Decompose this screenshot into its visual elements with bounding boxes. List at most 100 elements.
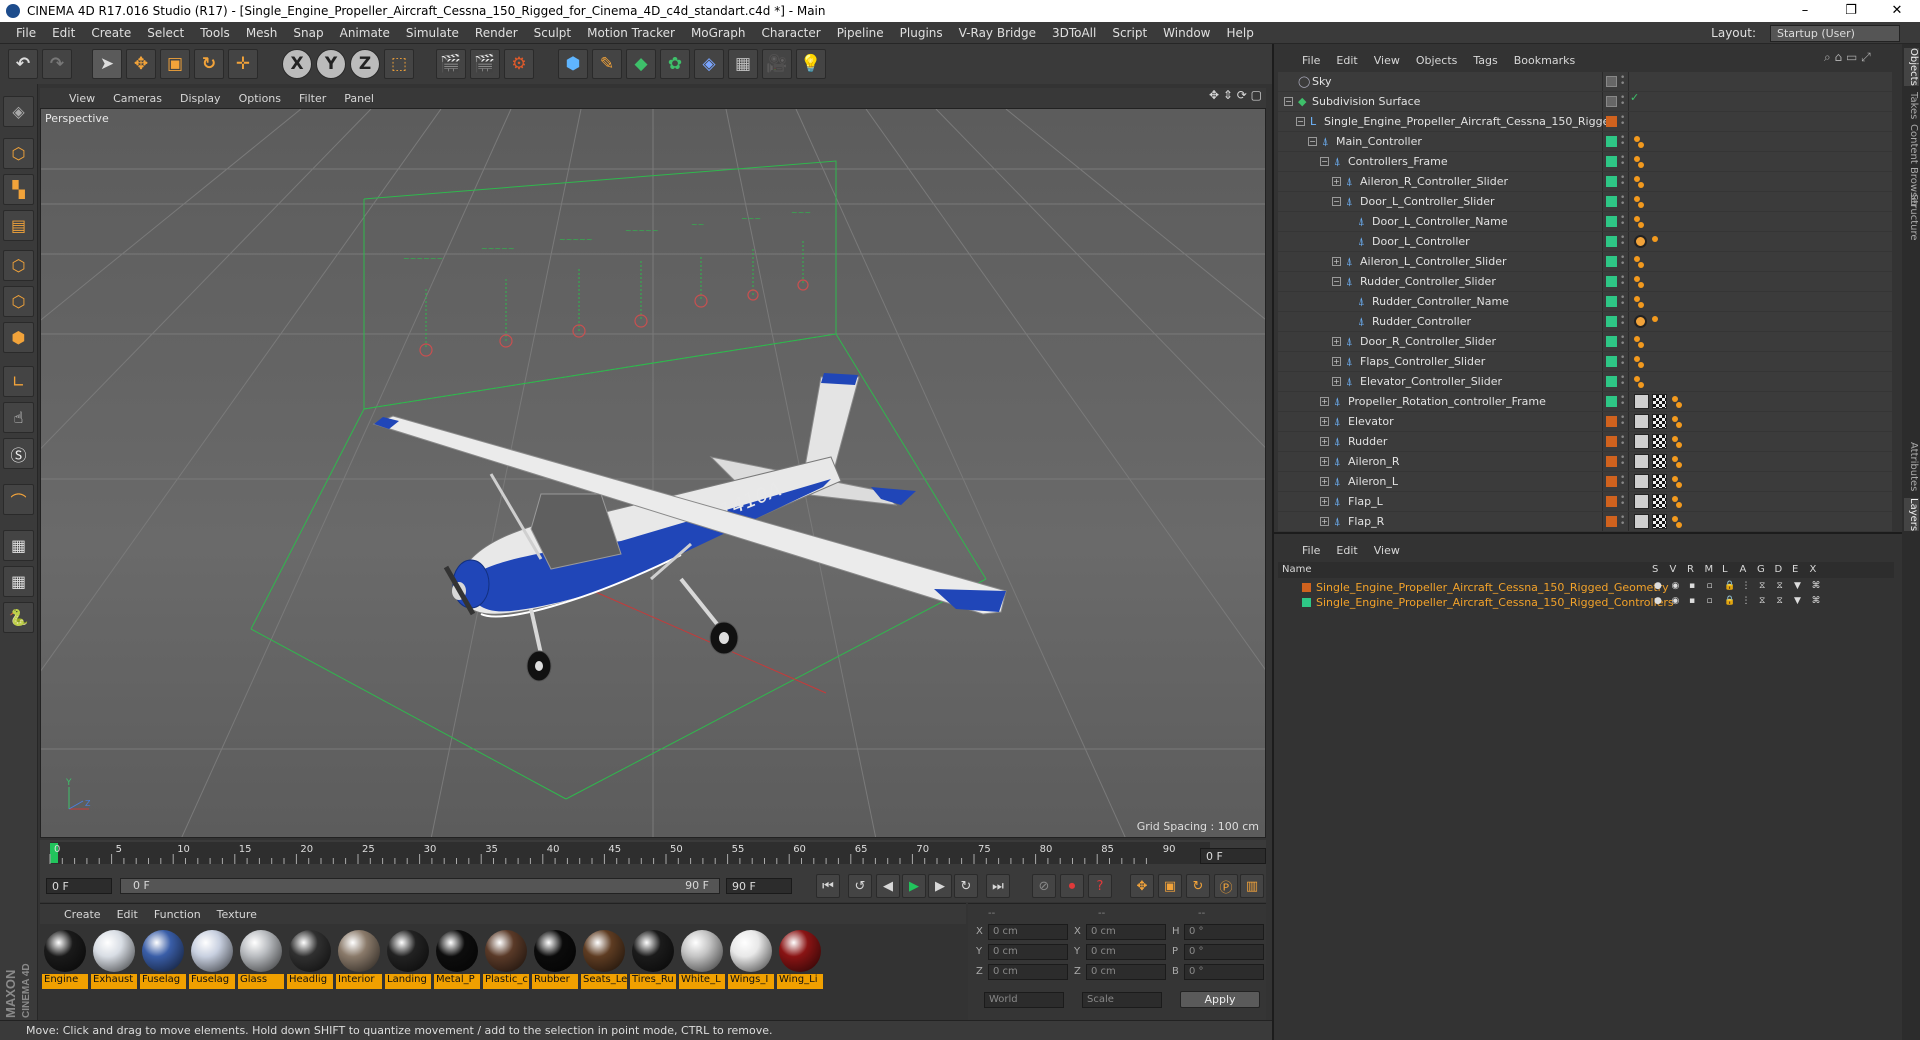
side-tab-layers[interactable]: Layers: [1904, 498, 1919, 532]
array-generator-icon[interactable]: ✿: [660, 49, 690, 79]
xpresso-tag-icon[interactable]: [1638, 382, 1644, 388]
points-mode-icon[interactable]: ⬡: [3, 250, 34, 281]
layer-color-swatch[interactable]: [1606, 416, 1617, 427]
size-field[interactable]: 0 cm: [1086, 944, 1166, 960]
visibility-dots[interactable]: • •: [1620, 314, 1625, 329]
polygons-mode-icon[interactable]: ⬢: [3, 322, 34, 353]
object-row-rudder-controller[interactable]: ⍋ Rudder_Controller • •: [1278, 312, 1892, 332]
layer-render-icon[interactable]: ▪: [1689, 581, 1695, 591]
xpresso-tag-icon[interactable]: [1638, 362, 1644, 368]
layer-row[interactable]: Single_Engine_Propeller_Aircraft_Cessna_…: [1278, 595, 1894, 611]
layer-color-swatch[interactable]: [1606, 496, 1617, 507]
visibility-dots[interactable]: • •: [1620, 214, 1625, 229]
visibility-dots[interactable]: • •: [1620, 274, 1625, 289]
menu-pipeline[interactable]: Pipeline: [829, 26, 892, 40]
layer-solo-icon[interactable]: ●: [1654, 596, 1662, 606]
layer-color-swatch[interactable]: [1302, 598, 1311, 607]
expand-icon[interactable]: +: [1320, 477, 1329, 486]
layer-manager-icon[interactable]: ▫: [1707, 581, 1713, 591]
layer-color-swatch[interactable]: [1606, 116, 1617, 127]
autokey-icon[interactable]: ⏺: [1060, 874, 1084, 898]
rotation-field[interactable]: 0 °: [1184, 924, 1264, 940]
expand-icon[interactable]: +: [1332, 337, 1341, 346]
redo-icon[interactable]: ↷: [42, 49, 72, 79]
material-tag-icon[interactable]: [1634, 474, 1649, 489]
floor-scene-icon[interactable]: ▦: [728, 49, 758, 79]
xpresso-tag-icon[interactable]: [1638, 302, 1644, 308]
menu-render[interactable]: Render: [467, 26, 526, 40]
xpresso-tag-icon[interactable]: [1634, 336, 1640, 342]
viewport-menu-filter[interactable]: Filter: [290, 92, 335, 105]
layer-render-icon[interactable]: ▪: [1689, 596, 1695, 606]
layer-color-swatch[interactable]: [1606, 476, 1617, 487]
edges-mode-icon[interactable]: ⬡: [3, 286, 34, 317]
visibility-dots[interactable]: • •: [1620, 254, 1625, 269]
key-rotation-icon[interactable]: ↻: [1186, 874, 1210, 898]
xpresso-tag-icon[interactable]: [1672, 496, 1678, 502]
layer-column-l[interactable]: L: [1722, 564, 1728, 575]
xpresso-tag-icon[interactable]: [1676, 522, 1682, 528]
layer-generators-icon[interactable]: ⧖: [1759, 581, 1765, 591]
visibility-dots[interactable]: • •: [1620, 94, 1625, 109]
size-field[interactable]: 0 cm: [1086, 964, 1166, 980]
object-row-subdivision-surface[interactable]: − ◆ Subdivision Surface • • ✓: [1278, 92, 1892, 112]
collapse-icon[interactable]: −: [1332, 197, 1341, 206]
layer-column-x[interactable]: X: [1810, 564, 1817, 575]
layer-name[interactable]: Single_Engine_Propeller_Aircraft_Cessna_…: [1316, 596, 1674, 609]
layer-menu-edit[interactable]: Edit: [1328, 544, 1365, 557]
material-swatch[interactable]: Wing_Li: [777, 928, 823, 990]
xpresso-tag-icon[interactable]: [1638, 262, 1644, 268]
visibility-dots[interactable]: • •: [1620, 74, 1625, 89]
menu-motion-tracker[interactable]: Motion Tracker: [579, 26, 683, 40]
object-row-propeller-rotation-controller-frame[interactable]: + ⍋ Propeller_Rotation_controller_Frame • •: [1278, 392, 1892, 412]
object-row-aileron-l[interactable]: + ⍋ Aileron_L • •: [1278, 472, 1892, 492]
tweak-mode-icon[interactable]: ☝: [3, 402, 34, 433]
xpresso-tag-icon[interactable]: [1638, 202, 1644, 208]
viewport-menu-options[interactable]: Options: [230, 92, 290, 105]
protection-tag-icon[interactable]: [1634, 235, 1647, 248]
material-tag-icon[interactable]: [1634, 394, 1649, 409]
object-row-main-controller[interactable]: − ⍋ Main_Controller • •: [1278, 132, 1892, 152]
side-tab-objects[interactable]: Objects: [1904, 48, 1919, 86]
xpresso-tag-icon[interactable]: [1672, 476, 1678, 482]
render-settings-icon[interactable]: ⚙: [504, 49, 534, 79]
layer-manager-icon[interactable]: ▫: [1707, 596, 1713, 606]
visibility-dots[interactable]: • •: [1620, 294, 1625, 309]
camera-object-icon[interactable]: 🎥: [762, 49, 792, 79]
visibility-dots[interactable]: • •: [1620, 434, 1625, 449]
xpresso-tag-icon[interactable]: [1634, 376, 1640, 382]
transform-tool-icon[interactable]: ✛: [228, 49, 258, 79]
pen-spline-icon[interactable]: ✎: [592, 49, 622, 79]
xpresso-tag-icon[interactable]: [1672, 416, 1678, 422]
object-row-flap-l[interactable]: + ⍋ Flap_L • •: [1278, 492, 1892, 512]
menu-file[interactable]: File: [8, 26, 44, 40]
menu-3dtoall[interactable]: 3DToAll: [1044, 26, 1104, 40]
object-menu-view[interactable]: View: [1366, 54, 1408, 67]
collapse-icon[interactable]: −: [1296, 117, 1305, 126]
layer-generators-icon[interactable]: ⧖: [1759, 596, 1765, 606]
visibility-dots[interactable]: • •: [1620, 174, 1625, 189]
xpresso-tag-icon[interactable]: [1676, 462, 1682, 468]
material-swatch[interactable]: White_L: [679, 928, 725, 990]
xpresso-tag-icon[interactable]: [1638, 282, 1644, 288]
rotate-tool-icon[interactable]: ↻: [194, 49, 224, 79]
layer-color-swatch[interactable]: [1606, 296, 1617, 307]
layer-name[interactable]: Single_Engine_Propeller_Aircraft_Cessna_…: [1316, 581, 1669, 594]
visibility-dots[interactable]: • •: [1620, 154, 1625, 169]
protection-tag-icon[interactable]: [1634, 315, 1647, 328]
xpresso-tag-icon[interactable]: [1638, 142, 1644, 148]
expand-icon[interactable]: +: [1320, 457, 1329, 466]
expand-icon[interactable]: +: [1320, 497, 1329, 506]
layer-color-swatch[interactable]: [1606, 336, 1617, 347]
xpresso-tag-icon[interactable]: [1634, 176, 1640, 182]
object-menu-bookmarks[interactable]: Bookmarks: [1506, 54, 1583, 67]
xpresso-tag-icon[interactable]: [1634, 276, 1640, 282]
keyframe-selection-icon[interactable]: ?: [1088, 874, 1112, 898]
viewport-nav-icons[interactable]: ✥ ⇕ ⟳ ▢: [1196, 88, 1266, 108]
texture-tag-icon[interactable]: [1652, 434, 1667, 449]
xpresso-tag-icon[interactable]: [1634, 296, 1640, 302]
object-row-rudder-controller-name[interactable]: ⍋ Rudder_Controller_Name • •: [1278, 292, 1892, 312]
next-key-icon[interactable]: ↻: [954, 874, 978, 898]
material-swatch[interactable]: Metal_P: [434, 928, 480, 990]
visibility-dots[interactable]: • •: [1620, 494, 1625, 509]
